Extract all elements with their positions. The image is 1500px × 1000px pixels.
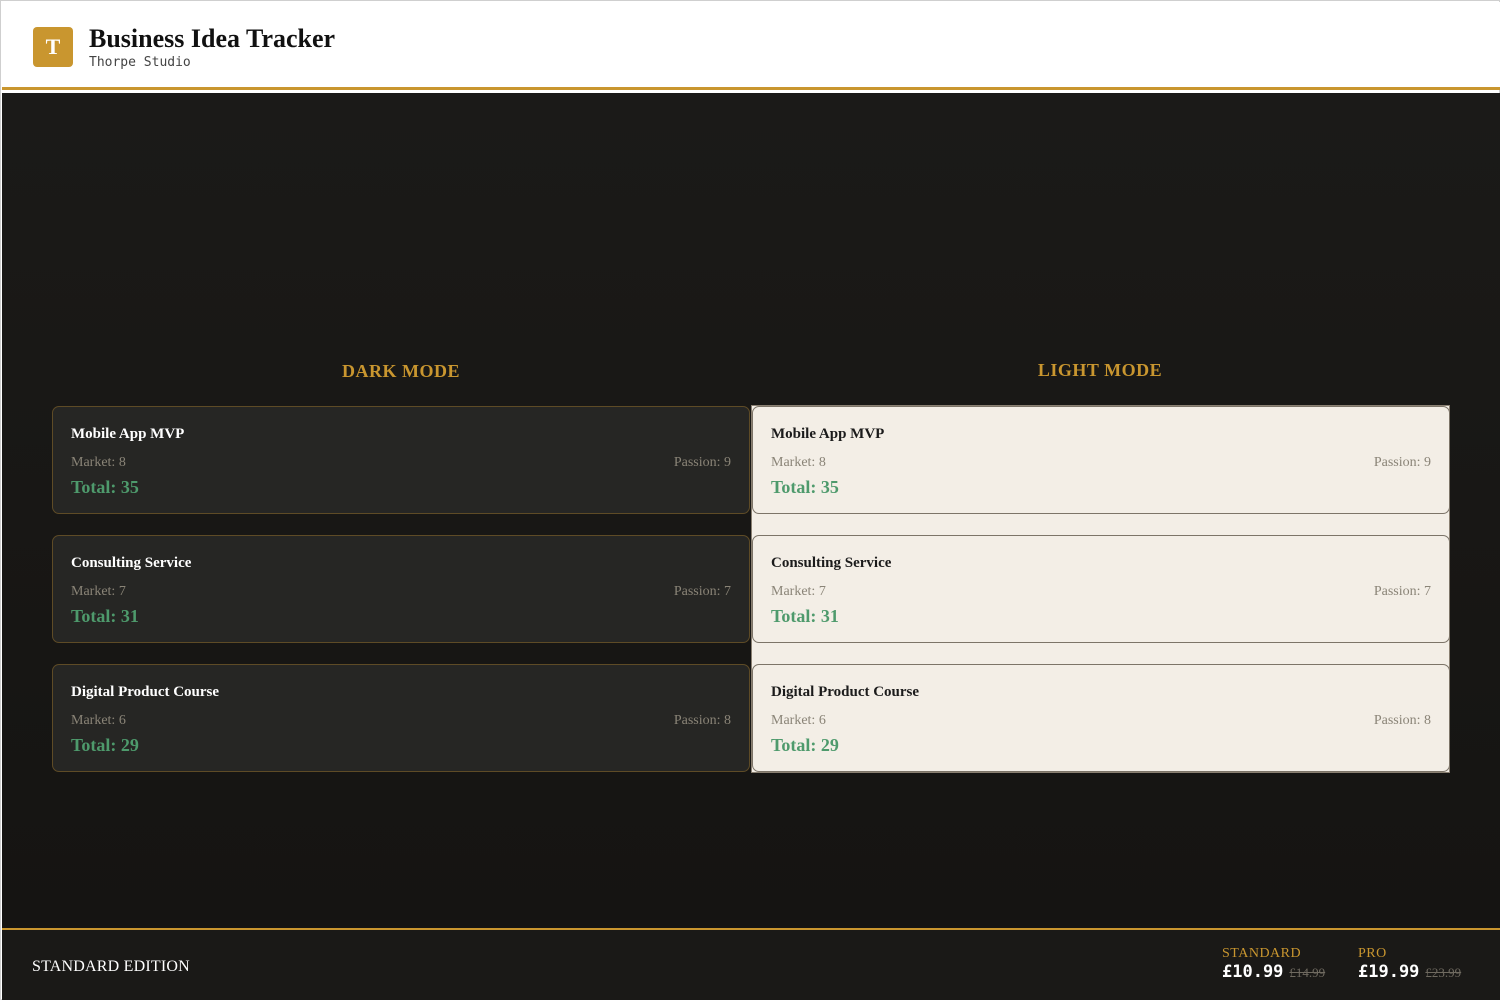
idea-name: Mobile App MVP bbox=[771, 426, 885, 442]
main-content: DARK MODE LIGHT MODE Mobile App MVP Mark… bbox=[2, 93, 1500, 928]
passion-score: Passion: 7 bbox=[673, 584, 731, 599]
idea-card-dark[interactable]: Mobile App MVP Market: 8 Passion: 9 Tota… bbox=[52, 406, 750, 514]
total-score: Total: 31 bbox=[71, 606, 139, 626]
idea-name: Mobile App MVP bbox=[71, 426, 185, 442]
idea-card-light[interactable]: Mobile App MVP Market: 8 Passion: 9 Tota… bbox=[752, 406, 1450, 514]
plan-old-price: £23.99 bbox=[1425, 965, 1462, 980]
market-score: Market: 6 bbox=[771, 713, 826, 728]
light-mode-heading: LIGHT MODE bbox=[1037, 360, 1163, 380]
idea-name: Digital Product Course bbox=[771, 684, 920, 700]
market-score: Market: 6 bbox=[71, 713, 126, 728]
total-score: Total: 29 bbox=[71, 735, 139, 755]
idea-card-light[interactable]: Consulting Service Market: 7 Passion: 7 … bbox=[752, 535, 1450, 643]
studio-name: Thorpe Studio bbox=[89, 55, 191, 70]
total-score: Total: 29 bbox=[771, 735, 839, 755]
idea-card-dark[interactable]: Digital Product Course Market: 6 Passion… bbox=[52, 664, 750, 772]
total-score: Total: 35 bbox=[71, 477, 139, 497]
plan-price: £19.99 bbox=[1358, 962, 1420, 982]
edition-label: STANDARD EDITION bbox=[32, 958, 190, 975]
market-score: Market: 8 bbox=[771, 455, 826, 470]
idea-card-dark[interactable]: Consulting Service Market: 7 Passion: 7 … bbox=[52, 535, 750, 643]
dark-mode-heading: DARK MODE bbox=[342, 361, 460, 381]
plan-price: £10.99 bbox=[1222, 962, 1284, 982]
app-header: T Business Idea Tracker Thorpe Studio bbox=[2, 2, 1500, 90]
idea-name: Digital Product Course bbox=[71, 684, 220, 700]
plan-pro[interactable]: PRO £19.99 £23.99 bbox=[1358, 946, 1461, 982]
idea-name: Consulting Service bbox=[771, 555, 892, 571]
page-title: Business Idea Tracker bbox=[89, 24, 336, 53]
passion-score: Passion: 8 bbox=[1373, 713, 1431, 728]
idea-name: Consulting Service bbox=[71, 555, 192, 571]
plan-standard[interactable]: STANDARD £10.99 £14.99 bbox=[1222, 946, 1325, 982]
idea-card-light[interactable]: Digital Product Course Market: 6 Passion… bbox=[752, 664, 1450, 772]
plan-tier: PRO bbox=[1358, 946, 1387, 961]
passion-score: Passion: 7 bbox=[1373, 584, 1431, 599]
total-score: Total: 35 bbox=[771, 477, 839, 497]
total-score: Total: 31 bbox=[771, 606, 839, 626]
app-window: T Business Idea Tracker Thorpe Studio DA… bbox=[0, 0, 1500, 1000]
passion-score: Passion: 9 bbox=[673, 455, 731, 470]
app-footer: STANDARD EDITION STANDARD £10.99 £14.99 … bbox=[2, 928, 1500, 1000]
plan-old-price: £14.99 bbox=[1289, 965, 1326, 980]
app-logo: T bbox=[33, 27, 73, 67]
plan-tier: STANDARD bbox=[1222, 946, 1302, 961]
passion-score: Passion: 9 bbox=[1373, 455, 1431, 470]
market-score: Market: 7 bbox=[71, 584, 126, 599]
market-score: Market: 7 bbox=[771, 584, 826, 599]
market-score: Market: 8 bbox=[71, 455, 126, 470]
passion-score: Passion: 8 bbox=[673, 713, 731, 728]
